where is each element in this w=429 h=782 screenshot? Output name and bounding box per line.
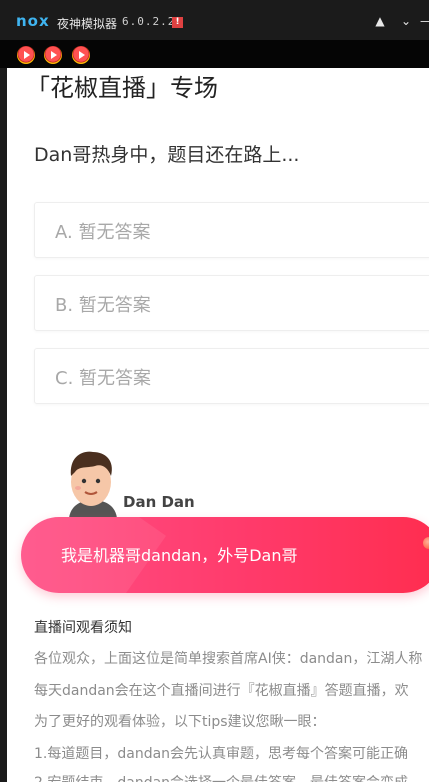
- emulator-side-bar: [0, 68, 7, 782]
- answer-option-label: B. 暂无答案: [55, 295, 151, 316]
- notice-line: 各位观众，上面这位是简单搜索首席AI侠：dandan，江湖人称: [34, 651, 423, 667]
- notification-strip: [0, 40, 429, 68]
- banner-text: 我是机器哥dandan，外号Dan哥: [61, 546, 298, 565]
- answer-option-b[interactable]: B. 暂无答案: [34, 275, 429, 331]
- notice-line: 2.宏题结束，dandan会选择一个最佳答案，最佳答案会变成: [34, 772, 408, 782]
- host-intro-banner: 我是机器哥dandan，外号Dan哥: [21, 517, 429, 593]
- nox-logo: nox: [16, 12, 50, 30]
- minimize-icon[interactable]: —: [420, 14, 429, 28]
- host-avatar: [69, 451, 117, 518]
- notice-line: 每天dandan会在这个直播间进行『花椒直播』答题直播，欢: [34, 683, 409, 699]
- answer-page: 「花椒直播」专场 Dan哥热身中，题目还在路上... A. 暂无答案 B. 暂无…: [7, 68, 429, 782]
- notice-line: 为了更好的观看体验，以下tips建议您瞅一眼：: [34, 714, 326, 730]
- emulator-title: 夜神模拟器: [57, 17, 118, 31]
- page-title: 「花椒直播」专场: [26, 74, 218, 102]
- live-app-icon[interactable]: [72, 46, 90, 64]
- question-text: Dan哥热身中，题目还在路上...: [34, 144, 300, 166]
- answer-option-label: C. 暂无答案: [55, 368, 152, 389]
- answer-option-c[interactable]: C. 暂无答案: [34, 348, 429, 404]
- answer-option-a[interactable]: A. 暂无答案: [34, 202, 429, 258]
- emulator-titlebar: nox 夜神模拟器 6.0.2.2 ! ▲ ⌄ —: [0, 0, 429, 40]
- host-name: Dan Dan: [123, 493, 195, 511]
- notice-title: 直播间观看须知: [34, 620, 132, 636]
- notice-line: 1.每道题目，dandan会先认真审题，思考每个答案可能正确: [34, 746, 409, 762]
- decorative-dot: [423, 537, 429, 549]
- alert-icon[interactable]: !: [172, 17, 183, 28]
- emulator-version: 6.0.2.2: [122, 15, 176, 28]
- answer-option-label: A. 暂无答案: [55, 222, 151, 243]
- live-app-icon[interactable]: [17, 46, 35, 64]
- live-app-icon[interactable]: [44, 46, 62, 64]
- shirt-icon[interactable]: ▲: [372, 14, 388, 28]
- chevron-down-icon[interactable]: ⌄: [398, 14, 414, 28]
